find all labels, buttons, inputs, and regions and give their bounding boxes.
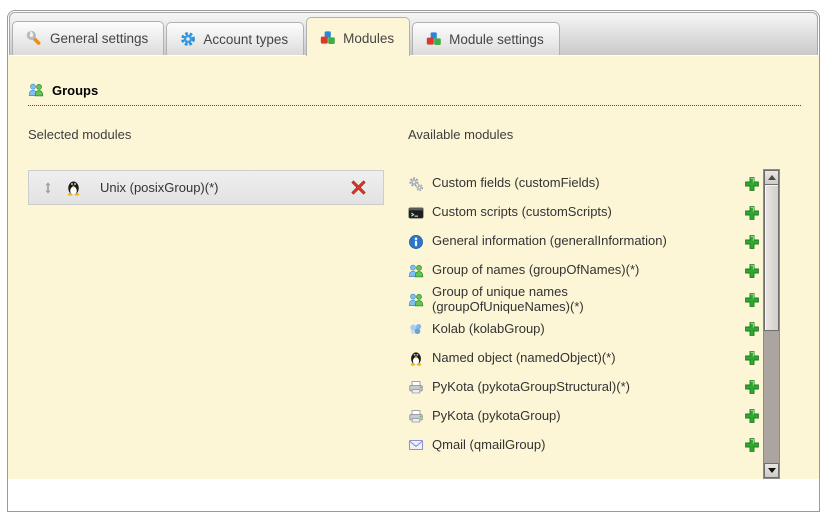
remove-module-button[interactable] bbox=[350, 179, 367, 196]
tab-label: General settings bbox=[50, 31, 148, 46]
add-module-button[interactable] bbox=[744, 234, 760, 250]
available-modules-list: Custom fields (customFields) Custom scri… bbox=[408, 169, 760, 460]
selected-modules-heading: Selected modules bbox=[28, 127, 131, 142]
tab-label: Account types bbox=[203, 32, 288, 47]
available-module-row: Qmail (qmailGroup) bbox=[408, 431, 760, 460]
module-label: PyKota (pykotaGroup) bbox=[432, 409, 561, 424]
terminal-icon bbox=[408, 205, 424, 221]
add-module-button[interactable] bbox=[744, 350, 760, 366]
module-label: Named object (namedObject)(*) bbox=[432, 351, 616, 366]
available-module-row: PyKota (pykotaGroupStructural)(*) bbox=[408, 373, 760, 402]
tab-general-settings[interactable]: General settings bbox=[12, 21, 164, 55]
scroll-up-button[interactable] bbox=[764, 170, 779, 185]
tab-label: Modules bbox=[343, 31, 394, 46]
tux-icon bbox=[65, 179, 82, 196]
module-label: Kolab (kolabGroup) bbox=[432, 322, 545, 337]
groups-section-header: Groups bbox=[28, 82, 801, 106]
gears-icon bbox=[408, 176, 424, 192]
gear-icon bbox=[180, 31, 196, 47]
add-module-button[interactable] bbox=[744, 292, 760, 308]
available-module-row: PyKota (pykotaGroup) bbox=[408, 402, 760, 431]
config-window: General settings Account types Modules M… bbox=[7, 10, 820, 512]
available-module-row: Custom fields (customFields) bbox=[408, 169, 760, 198]
module-label: Group of unique names (groupOfUniqueName… bbox=[432, 285, 704, 315]
available-module-row: Group of unique names (groupOfUniqueName… bbox=[408, 285, 760, 315]
tab-module-settings[interactable]: Module settings bbox=[412, 22, 560, 55]
scroll-up-arrow-icon bbox=[768, 175, 776, 180]
module-label: General information (generalInformation) bbox=[432, 234, 667, 249]
available-modules-scrollbar[interactable] bbox=[763, 169, 780, 479]
groups-icon bbox=[28, 82, 44, 98]
scroll-down-arrow-icon bbox=[768, 468, 776, 473]
add-module-button[interactable] bbox=[744, 379, 760, 395]
tux-icon bbox=[408, 350, 424, 366]
tab-label: Module settings bbox=[449, 32, 544, 47]
printer-icon bbox=[408, 408, 424, 424]
section-title: Groups bbox=[52, 83, 98, 98]
selected-module-row[interactable]: Unix (posixGroup)(*) bbox=[28, 170, 384, 205]
module-label: Custom fields (customFields) bbox=[432, 176, 600, 191]
groups-icon bbox=[408, 263, 424, 279]
module-label: PyKota (pykotaGroupStructural)(*) bbox=[432, 380, 630, 395]
modules-panel: Groups Selected modules Available module… bbox=[8, 56, 819, 479]
printer-icon bbox=[408, 379, 424, 395]
wrench-icon bbox=[26, 30, 43, 47]
add-module-button[interactable] bbox=[744, 176, 760, 192]
add-module-button[interactable] bbox=[744, 408, 760, 424]
add-module-button[interactable] bbox=[744, 437, 760, 453]
available-module-row: Group of names (groupOfNames)(*) bbox=[408, 256, 760, 285]
scrollbar-thumb[interactable] bbox=[764, 184, 779, 331]
available-module-row: General information (generalInformation) bbox=[408, 227, 760, 256]
tab-bar: General settings Account types Modules M… bbox=[9, 12, 818, 55]
available-modules-heading: Available modules bbox=[408, 127, 513, 142]
add-module-button[interactable] bbox=[744, 205, 760, 221]
available-module-row: Kolab (kolabGroup) bbox=[408, 315, 760, 344]
module-label: Qmail (qmailGroup) bbox=[432, 438, 545, 453]
available-module-row: Custom scripts (customScripts) bbox=[408, 198, 760, 227]
envelope-icon bbox=[408, 437, 424, 453]
tab-modules[interactable]: Modules bbox=[306, 17, 410, 56]
drag-handle-icon[interactable] bbox=[41, 181, 55, 195]
available-module-row: Named object (namedObject)(*) bbox=[408, 344, 760, 373]
tab-account-types[interactable]: Account types bbox=[166, 22, 304, 55]
scroll-down-button[interactable] bbox=[764, 463, 779, 478]
kolab-icon bbox=[408, 321, 424, 337]
module-label: Unix (posixGroup)(*) bbox=[100, 180, 350, 195]
groups-icon bbox=[408, 292, 424, 308]
info-icon bbox=[408, 234, 424, 250]
module-label: Custom scripts (customScripts) bbox=[432, 205, 612, 220]
module-label: Group of names (groupOfNames)(*) bbox=[432, 263, 639, 278]
blocks-icon bbox=[320, 30, 336, 46]
add-module-button[interactable] bbox=[744, 321, 760, 337]
add-module-button[interactable] bbox=[744, 263, 760, 279]
blocks-icon bbox=[426, 31, 442, 47]
